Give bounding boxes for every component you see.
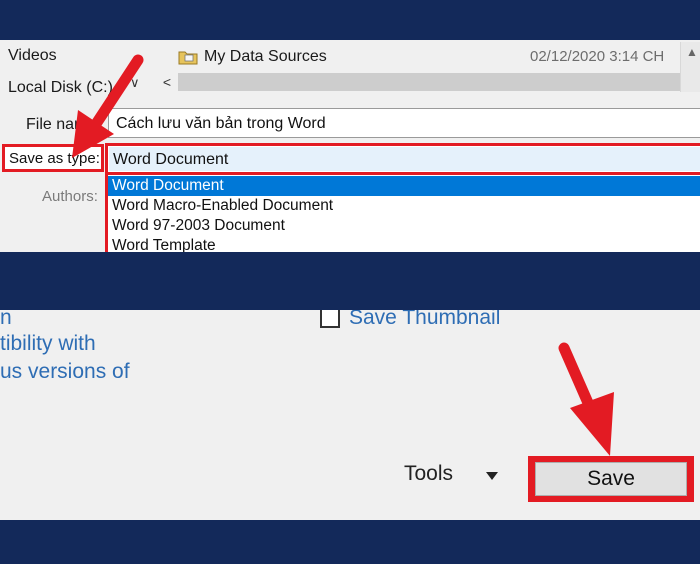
red-arrow-icon <box>72 54 144 158</box>
save-dialog-bottom: n tibility with us versions of Save Thum… <box>0 310 700 520</box>
dropdown-option-word-document[interactable]: Word Document <box>108 176 700 196</box>
save-button[interactable]: Save <box>535 462 687 496</box>
date-modified-text: 02/12/2020 3:14 CH <box>530 48 665 65</box>
tools-button[interactable]: Tools <box>404 462 453 486</box>
dropdown-option-macro-enabled[interactable]: Word Macro-Enabled Document <box>108 196 700 216</box>
folder-icon <box>178 51 198 65</box>
vertical-scrollbar[interactable]: ▲ <box>680 42 700 92</box>
save-as-type-select[interactable]: Word Document <box>105 143 700 175</box>
authors-label: Authors: <box>42 188 98 205</box>
save-dialog-top: Videos Local Disk (C:) ∨ My Data Sources… <box>0 40 700 252</box>
red-arrow-icon <box>558 342 614 456</box>
file-name-input[interactable]: Cách lưu văn bản trong Word <box>108 108 700 138</box>
dropdown-option-word-97-2003[interactable]: Word 97-2003 Document <box>108 216 700 236</box>
compatibility-text-line: tibility with <box>0 332 96 355</box>
compatibility-text-line: us versions of <box>0 360 130 383</box>
save-thumbnail-checkbox[interactable] <box>320 310 340 328</box>
scroll-up-icon[interactable]: ▲ <box>686 45 698 59</box>
nav-item-videos[interactable]: Videos <box>8 47 57 65</box>
save-thumbnail-label[interactable]: Save Thumbnail <box>349 310 500 330</box>
horizontal-scrollbar[interactable] <box>178 73 680 91</box>
compatibility-text-line: n <box>0 310 12 329</box>
caret-down-icon[interactable] <box>486 472 498 480</box>
save-as-type-dropdown-list[interactable]: Word Document Word Macro-Enabled Documen… <box>105 175 700 252</box>
file-item-data-sources[interactable]: My Data Sources <box>204 48 327 66</box>
dropdown-option-word-template[interactable]: Word Template <box>108 236 700 252</box>
save-button-highlight: Save <box>528 456 694 502</box>
save-as-type-field[interactable]: Word Document <box>109 147 700 171</box>
chevron-left-icon[interactable]: < <box>158 73 176 91</box>
